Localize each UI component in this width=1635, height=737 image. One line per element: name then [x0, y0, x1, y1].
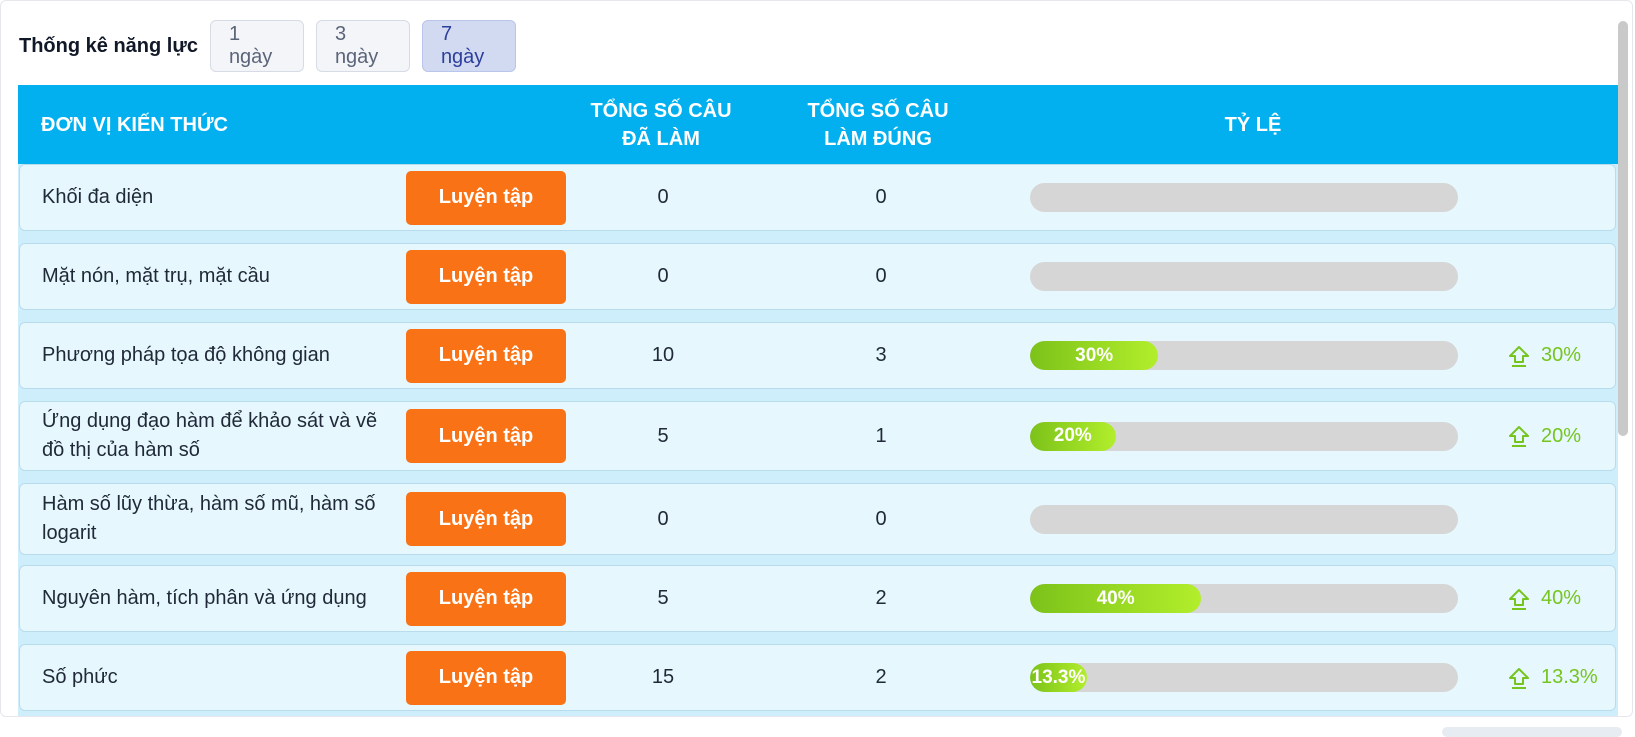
total-correct-value: 2 — [875, 587, 887, 609]
rate-trend-value: 20% — [1541, 424, 1582, 447]
col-rate: TỶ LỆ — [1224, 113, 1282, 136]
range-3-days-button[interactable]: 3 ngày — [315, 20, 410, 72]
total-correct-value: 2 — [875, 666, 887, 688]
practice-button[interactable]: Luyện tập — [406, 650, 566, 705]
arrow-up-outline-icon — [1509, 667, 1529, 689]
rate-trend: 20% — [1507, 424, 1581, 448]
range-7-days-button[interactable]: 7 ngày — [421, 20, 516, 72]
knowledge-unit-name: Phương pháp tọa độ không gian — [42, 344, 330, 366]
total-done-value: 15 — [651, 666, 675, 688]
knowledge-unit-name: Mặt nón, mặt trụ, mặt cầu — [42, 265, 270, 287]
col-total-done-line1: TỔNG SỐ CÂU — [590, 99, 732, 122]
total-done-value: 0 — [657, 507, 669, 530]
stats-toolbar: Thống kê năng lực 1 ngày 3 ngày 7 ngày — [19, 19, 528, 73]
competency-panel: Thống kê năng lực 1 ngày 3 ngày 7 ngày Đ… — [0, 0, 1633, 717]
rate-progress-fill: 20% — [1030, 421, 1116, 451]
col-knowledge-unit: ĐƠN VỊ KIẾN THỨC — [41, 113, 228, 136]
knowledge-unit-name: Số phức — [42, 666, 118, 688]
col-total-done-line2: ĐÃ LÀM — [622, 127, 700, 150]
knowledge-unit-name: Khối đa diện — [42, 186, 154, 208]
rate-progress-bar: 20% — [1030, 421, 1458, 451]
rate-trend: 13.3% — [1507, 666, 1598, 690]
vertical-scrollbar[interactable] — [1618, 21, 1628, 436]
rate-progress-bar: 30% — [1030, 341, 1458, 370]
rate-trend-value: 40% — [1541, 587, 1582, 609]
rate-progress-bar — [1030, 504, 1458, 534]
total-done-value: 5 — [657, 424, 669, 447]
rate-progress-bar: 40% — [1030, 584, 1458, 613]
table-row: Ứng dụng đạo hàm để khảo sát và vẽ đồ th… — [19, 401, 1616, 471]
total-correct-value: 0 — [875, 186, 887, 208]
table-row: Hàm số lũy thừa, hàm số mũ, hàm số logar… — [19, 483, 1616, 555]
rate-progress-fill: 40% — [1030, 584, 1202, 613]
rate-progress-bar: 13.3% — [1030, 663, 1458, 692]
table-row: Phương pháp tọa độ không gian Luyện tập 10… — [19, 322, 1616, 389]
arrow-up-outline-icon — [1509, 345, 1529, 367]
knowledge-unit-name: Hàm số lũy thừa, hàm số mũ, hàm số logar… — [42, 493, 376, 544]
total-correct-value: 0 — [875, 507, 887, 530]
total-done-value: 5 — [657, 587, 669, 609]
total-done-value: 0 — [657, 265, 669, 287]
total-correct-value: 0 — [875, 265, 887, 287]
total-done-value: 0 — [657, 186, 669, 208]
col-total-correct: TỔNG SỐ CÂU LÀM ĐÚNG — [793, 85, 963, 164]
practice-button[interactable]: Luyện tập — [406, 170, 566, 225]
arrow-up-outline-icon — [1509, 426, 1529, 447]
bottom-edge-control — [1442, 727, 1622, 737]
rate-trend: 30% — [1507, 344, 1581, 368]
total-done-value: 10 — [651, 344, 675, 366]
table-row: Số phức Luyện tập 15 2 13.3% 13.3% — [19, 644, 1616, 711]
practice-button[interactable]: Luyện tập — [406, 249, 566, 304]
total-correct-value: 3 — [875, 344, 887, 366]
knowledge-unit-name: Ứng dụng đạo hàm để khảo sát và vẽ đồ th… — [42, 410, 378, 461]
table-row: Khối đa diện Luyện tập 0 0 — [19, 164, 1616, 231]
rate-trend: 40% — [1507, 587, 1581, 611]
rate-progress-bar — [1030, 183, 1458, 212]
table-row: Mặt nón, mặt trụ, mặt cầu Luyện tập 0 0 — [19, 243, 1616, 310]
rate-progress-fill: 30% — [1030, 341, 1159, 370]
col-total-correct-line1: TỔNG SỐ CÂU — [807, 99, 949, 122]
practice-button[interactable]: Luyện tập — [406, 409, 566, 463]
knowledge-unit-name: Nguyên hàm, tích phân và ứng dụng — [42, 587, 367, 609]
range-1-day-button[interactable]: 1 ngày — [209, 20, 304, 72]
page-title: Thống kê năng lực — [19, 34, 198, 57]
table-row: Nguyên hàm, tích phân và ứng dụng Luyện t… — [19, 565, 1616, 632]
rate-progress-fill: 13.3% — [1030, 663, 1087, 692]
practice-button[interactable]: Luyện tập — [406, 492, 566, 546]
rate-trend-value: 30% — [1541, 344, 1582, 366]
competency-table: ĐƠN VỊ KIẾN THỨC TỔNG SỐ CÂU ĐÃ LÀM TỔNG … — [18, 85, 1618, 716]
col-total-done: TỔNG SỐ CÂU ĐÃ LÀM — [586, 85, 736, 164]
rate-progress-bar — [1030, 262, 1458, 291]
arrow-up-outline-icon — [1509, 588, 1529, 610]
col-total-correct-line2: LÀM ĐÚNG — [824, 127, 932, 150]
table-header: ĐƠN VỊ KIẾN THỨC TỔNG SỐ CÂU ĐÃ LÀM TỔNG … — [18, 85, 1618, 164]
rate-trend-value: 13.3% — [1541, 666, 1598, 688]
practice-button[interactable]: Luyện tập — [406, 571, 566, 626]
total-correct-value: 1 — [875, 424, 887, 447]
practice-button[interactable]: Luyện tập — [406, 328, 566, 383]
